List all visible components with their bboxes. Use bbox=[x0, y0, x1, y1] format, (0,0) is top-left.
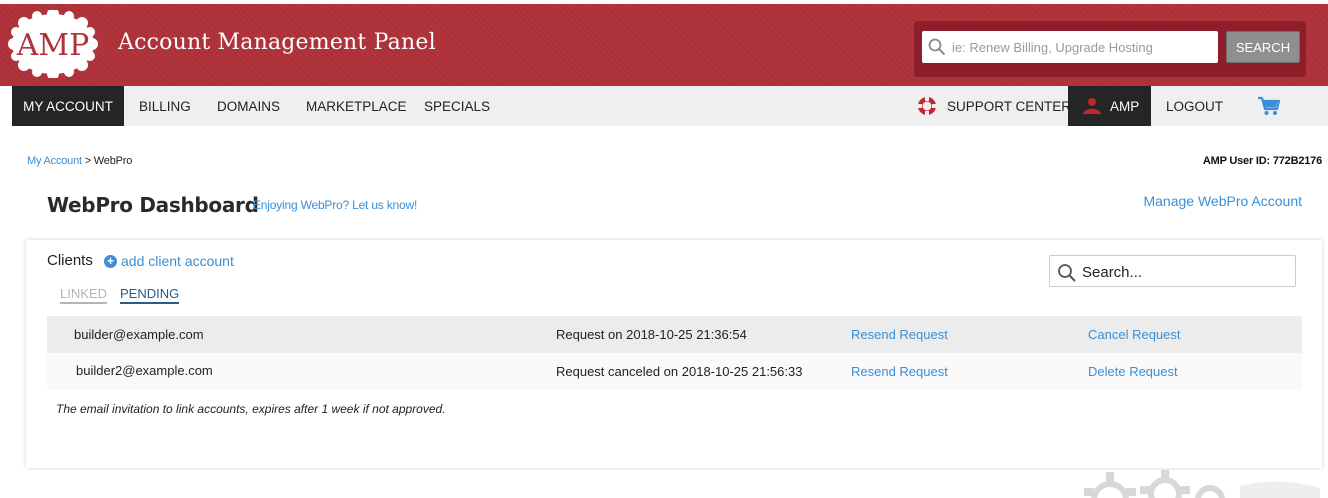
table-row: builder@example.com Request on 2018-10-2… bbox=[47, 316, 1302, 353]
global-search-input[interactable] bbox=[952, 35, 1212, 59]
nav-amp-label: AMP bbox=[1110, 98, 1140, 114]
request-status: Request on 2018-10-25 21:36:54 bbox=[556, 327, 747, 342]
manage-webpro-link[interactable]: Manage WebPro Account bbox=[1143, 193, 1302, 209]
nav-domains[interactable]: DOMAINS bbox=[217, 86, 280, 126]
request-status: Request canceled on 2018-10-25 21:56:33 bbox=[556, 364, 803, 379]
main-nav: MY ACCOUNT BILLING DOMAINS MARKETPLACE S… bbox=[12, 86, 1328, 126]
header-bar: AMP Account Management Panel SEARCH bbox=[0, 4, 1328, 86]
nav-marketplace[interactable]: MARKETPLACE bbox=[306, 86, 407, 126]
nav-logout[interactable]: LOGOUT bbox=[1166, 86, 1223, 126]
clients-heading: Clients bbox=[47, 252, 93, 269]
search-button[interactable]: SEARCH bbox=[1226, 31, 1300, 63]
nav-billing[interactable]: BILLING bbox=[139, 86, 191, 126]
nav-support-label: SUPPORT CENTER bbox=[947, 98, 1072, 114]
delete-request-link[interactable]: Delete Request bbox=[1088, 353, 1178, 390]
user-id: AMP User ID: 772B2176 bbox=[1202, 155, 1322, 167]
nav-my-account[interactable]: MY ACCOUNT bbox=[12, 86, 124, 126]
breadcrumb: My Account > WebPro bbox=[27, 155, 132, 167]
plus-circle-icon: + bbox=[104, 254, 117, 268]
clients-search-input[interactable] bbox=[1082, 261, 1287, 283]
amp-logo[interactable]: AMP bbox=[6, 8, 100, 80]
page-title: WebPro Dashboard bbox=[47, 193, 259, 217]
resend-request-link[interactable]: Resend Request bbox=[851, 353, 948, 390]
tab-pending[interactable]: PENDING bbox=[120, 286, 180, 304]
table-row: builder2@example.com Request canceled on… bbox=[47, 353, 1302, 390]
search-icon bbox=[928, 38, 946, 56]
resend-request-link[interactable]: Resend Request bbox=[851, 316, 948, 353]
cancel-request-link[interactable]: Cancel Request bbox=[1088, 316, 1181, 353]
client-email: builder2@example.com bbox=[76, 363, 213, 378]
add-client-link[interactable]: + add client account bbox=[104, 253, 234, 269]
search-icon bbox=[1058, 264, 1076, 282]
breadcrumb-current: WebPro bbox=[93, 155, 133, 167]
nav-cart[interactable] bbox=[1257, 86, 1281, 126]
breadcrumb-separator: > bbox=[81, 155, 94, 167]
cart-icon bbox=[1258, 96, 1281, 115]
app-title: Account Management Panel bbox=[118, 30, 436, 55]
global-search: SEARCH bbox=[914, 21, 1306, 77]
clients-panel: Clients + add client account LINKED PEND… bbox=[26, 240, 1322, 468]
clients-search-field[interactable] bbox=[1049, 255, 1296, 287]
nav-specials[interactable]: SPECIALS bbox=[424, 86, 490, 126]
gears-watermark-icon bbox=[1084, 470, 1320, 498]
lifebuoy-icon bbox=[917, 96, 937, 116]
feedback-link[interactable]: Enjoying WebPro? Let us know! bbox=[253, 198, 417, 212]
nav-amp-user[interactable]: AMP bbox=[1068, 86, 1151, 126]
nav-support-center[interactable]: SUPPORT CENTER bbox=[916, 86, 1071, 126]
logo-text: AMP bbox=[16, 28, 90, 63]
client-email: builder@example.com bbox=[74, 327, 204, 342]
breadcrumb-my-account[interactable]: My Account bbox=[27, 155, 82, 167]
global-search-field[interactable] bbox=[922, 31, 1218, 63]
add-client-label: add client account bbox=[121, 253, 234, 269]
user-icon bbox=[1083, 98, 1101, 114]
expiry-note: The email invitation to link accounts, e… bbox=[56, 402, 446, 416]
tab-linked[interactable]: LINKED bbox=[60, 286, 107, 304]
